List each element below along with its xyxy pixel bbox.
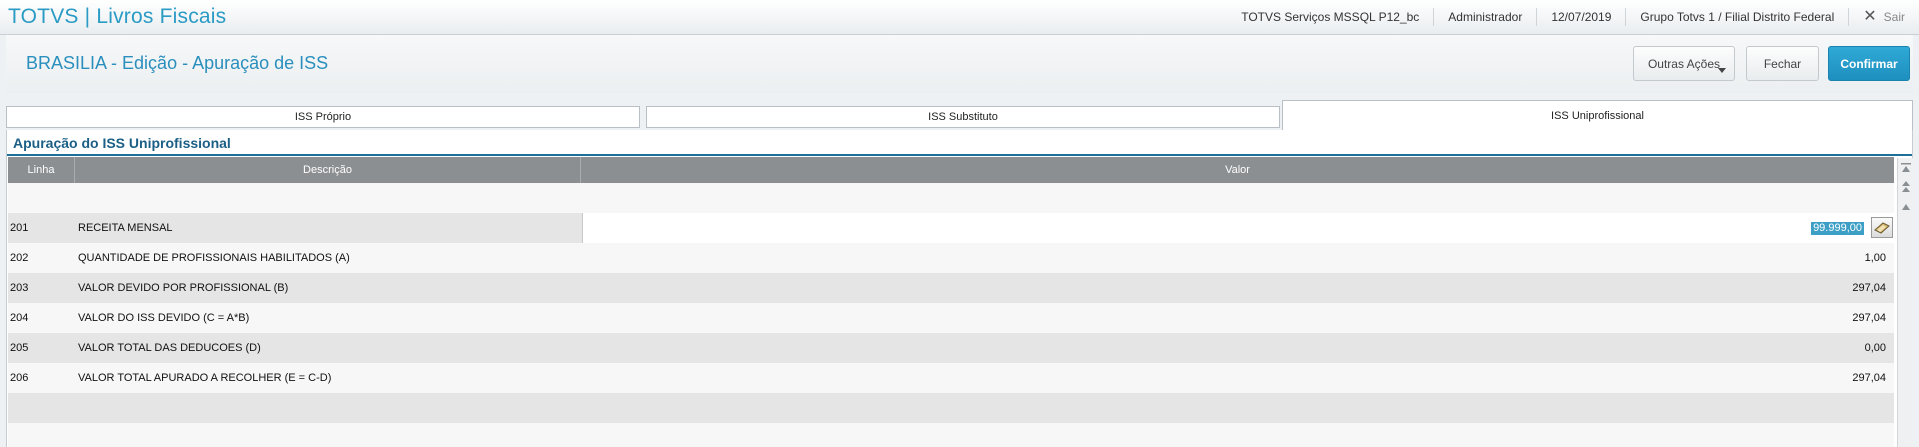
- cell-valor: 297,04: [1852, 372, 1886, 384]
- iss-grid: Linha Descrição Valor 201 RECEITA MENSAL…: [8, 157, 1894, 447]
- valor-edit-field[interactable]: 99.999,00: [582, 213, 1894, 243]
- close-button[interactable]: Fechar: [1746, 46, 1819, 81]
- table-row[interactable]: 203 VALOR DEVIDO POR PROFISSIONAL (B) 29…: [8, 273, 1894, 303]
- column-header-linha[interactable]: Linha: [8, 157, 75, 183]
- other-actions-button[interactable]: Outras Ações: [1633, 46, 1735, 81]
- grid-vertical-scrollbar[interactable]: [1897, 158, 1913, 447]
- cell-valor: 1,00: [1864, 252, 1886, 264]
- grid-header: Linha Descrição Valor: [8, 157, 1894, 183]
- valor-selected-text[interactable]: 99.999,00: [1811, 222, 1864, 235]
- table-row-empty: [8, 423, 1894, 447]
- confirm-label: Confirmar: [1840, 56, 1898, 71]
- tab-iss-substituto[interactable]: ISS Substituto: [646, 106, 1280, 128]
- top-bar-info: TOTVS Serviços MSSQL P12_bc Administrado…: [1227, 0, 1919, 34]
- scroll-top-button[interactable]: [1900, 161, 1912, 175]
- double-chevron-up-icon: [1902, 181, 1910, 192]
- cell-linha: 202: [10, 252, 29, 264]
- cell-linha: 203: [10, 282, 29, 294]
- cell-valor: 297,04: [1852, 312, 1886, 324]
- date-label[interactable]: 12/07/2019: [1536, 8, 1625, 26]
- cell-linha: 201: [10, 222, 29, 234]
- tab-panel: Apuração do ISS Uniprofissional Linha De…: [6, 130, 1913, 447]
- cell-descricao: RECEITA MENSAL: [78, 222, 173, 234]
- cell-valor: 0,00: [1864, 342, 1886, 354]
- cell-descricao: VALOR DEVIDO POR PROFISSIONAL (B): [78, 282, 289, 294]
- other-actions-label: Outras Ações: [1647, 56, 1721, 71]
- logout-button[interactable]: ✕ Sair: [1848, 8, 1919, 26]
- confirm-button[interactable]: Confirmar: [1828, 46, 1910, 81]
- tab-iss-uniprofissional[interactable]: ISS Uniprofissional: [1282, 100, 1913, 130]
- page-header: BRASILIA - Edição - Apuração de ISS Outr…: [6, 35, 1913, 93]
- table-row[interactable]: 202 QUANTIDADE DE PROFISSIONAIS HABILITA…: [8, 243, 1894, 273]
- app-title: TOTVS | Livros Fiscais: [8, 5, 227, 28]
- cell-valor: 297,04: [1852, 282, 1886, 294]
- column-header-descricao[interactable]: Descrição: [75, 157, 581, 183]
- column-header-valor[interactable]: Valor: [581, 157, 1894, 183]
- table-row[interactable]: 205 VALOR TOTAL DAS DEDUCOES (D) 0,00: [8, 333, 1894, 363]
- calculator-icon: [1874, 222, 1890, 234]
- close-icon: ✕: [1863, 8, 1877, 25]
- cell-descricao: VALOR TOTAL DAS DEDUCOES (D): [78, 342, 261, 354]
- tab-iss-proprio[interactable]: ISS Próprio: [6, 106, 640, 128]
- logout-label: Sair: [1883, 10, 1905, 24]
- calculator-button[interactable]: [1871, 217, 1893, 238]
- page-title: BRASILIA - Edição - Apuração de ISS: [26, 53, 329, 73]
- cell-linha: 205: [10, 342, 29, 354]
- table-row-empty: [8, 393, 1894, 423]
- scroll-page-up-button[interactable]: [1900, 180, 1912, 194]
- user-label[interactable]: Administrador: [1433, 8, 1536, 26]
- section-divider: [7, 154, 1912, 156]
- scroll-up-button[interactable]: [1900, 200, 1912, 214]
- top-bar: TOTVS | Livros Fiscais TOTVS Serviços MS…: [0, 0, 1919, 35]
- table-row[interactable]: 201 RECEITA MENSAL 99.999,00: [8, 213, 1894, 243]
- section-title: Apuração do ISS Uniprofissional: [13, 135, 231, 151]
- chevron-down-icon: [1718, 68, 1726, 73]
- chevron-up-icon: [1902, 204, 1910, 210]
- table-row[interactable]: 206 VALOR TOTAL APURADO A RECOLHER (E = …: [8, 363, 1894, 393]
- company-label[interactable]: Grupo Totvs 1 / Filial Distrito Federal: [1625, 8, 1848, 26]
- cell-linha: 206: [10, 372, 29, 384]
- scroll-top-icon: [1901, 163, 1911, 172]
- environment-label[interactable]: TOTVS Serviços MSSQL P12_bc: [1227, 8, 1433, 26]
- cell-descricao: VALOR TOTAL APURADO A RECOLHER (E = C-D): [78, 372, 332, 384]
- table-row[interactable]: 204 VALOR DO ISS DEVIDO (C = A*B) 297,04: [8, 303, 1894, 333]
- close-label: Fechar: [1763, 56, 1802, 71]
- table-row-empty: [8, 183, 1894, 213]
- tab-bar: ISS Próprio ISS Substituto ISS Uniprofis…: [6, 100, 1913, 130]
- cell-linha: 204: [10, 312, 29, 324]
- cell-descricao: VALOR DO ISS DEVIDO (C = A*B): [78, 312, 250, 324]
- cell-descricao: QUANTIDADE DE PROFISSIONAIS HABILITADOS …: [78, 252, 350, 264]
